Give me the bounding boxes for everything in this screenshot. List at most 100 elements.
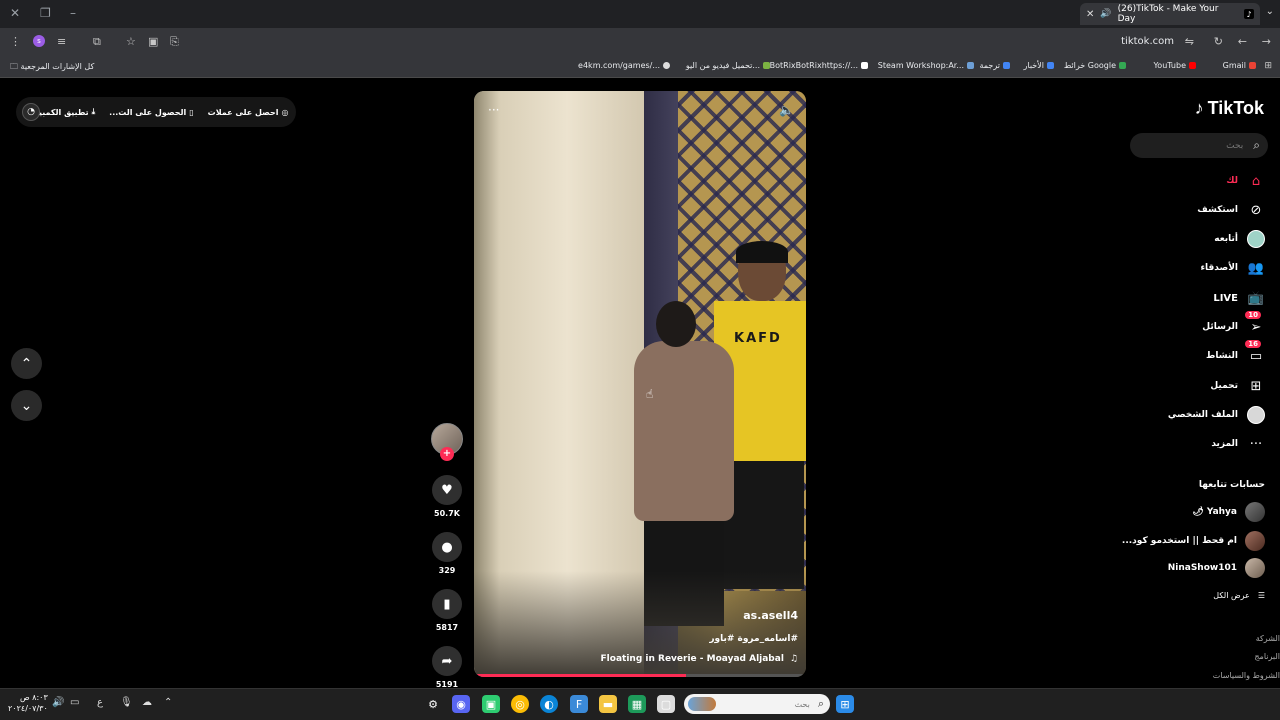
- video-music[interactable]: Floating in Reverie - Moayad Aljabal ♫: [601, 654, 798, 664]
- video-progress-bar[interactable]: [474, 674, 806, 677]
- video-player[interactable]: KAFD ··· 🔈 as.asell4 #اسامه_مروة #باور F…: [474, 91, 806, 677]
- nav-upload[interactable]: ⊞ تحميل: [1210, 376, 1265, 396]
- footer-terms[interactable]: الشروط والسياسات: [1213, 671, 1280, 680]
- browser-menu-icon[interactable]: ⋮: [10, 35, 21, 48]
- search-box[interactable]: ⌕: [1130, 133, 1268, 158]
- bookmark-botrix[interactable]: BotRixBotRixhttps://...: [770, 61, 868, 70]
- discord-icon[interactable]: ◉: [452, 695, 470, 713]
- nav-explore[interactable]: ⊘ استكشف: [1197, 200, 1265, 220]
- window-restore-icon[interactable]: ❐: [40, 6, 51, 20]
- footer-program[interactable]: البرنامج: [1254, 652, 1280, 661]
- tab-tiktok[interactable]: ✕ 🔊 (26)TikTok - Make Your Day ♪: [1080, 3, 1260, 25]
- bookmark-news[interactable]: الأخبار: [1024, 61, 1054, 70]
- nav-profile[interactable]: الملف الشخصي: [1168, 405, 1265, 425]
- chevron-up-icon: ⌃: [20, 355, 33, 372]
- windows-start-icon[interactable]: ⊞: [836, 695, 854, 713]
- show-hidden-icons-icon[interactable]: ⌃: [164, 697, 172, 708]
- search-input[interactable]: [1143, 140, 1244, 151]
- more-dots-icon: ···: [1249, 436, 1263, 452]
- tab-close-icon[interactable]: ✕: [1086, 9, 1094, 20]
- bookmark-video-download[interactable]: تحميل فيديو من اليو...: [686, 61, 770, 70]
- like-button[interactable]: ♥: [432, 475, 462, 505]
- footer-company[interactable]: الشركة: [1256, 634, 1280, 643]
- extensions-icon[interactable]: ⧉: [93, 35, 101, 49]
- compass-icon: ⊘: [1250, 202, 1262, 218]
- chrome-icon[interactable]: ◎: [511, 695, 529, 713]
- search-icon[interactable]: ⌕: [1253, 138, 1260, 153]
- profile-avatar-icon: [1247, 406, 1265, 424]
- save-button[interactable]: ▮: [432, 589, 462, 619]
- bookmark-gmail[interactable]: Gmail: [1223, 61, 1256, 70]
- pill-user-icon[interactable]: ◔: [22, 103, 40, 121]
- back-icon[interactable]: ←: [1238, 35, 1247, 48]
- address-bar: [0, 28, 1280, 56]
- window-close-icon[interactable]: ✕: [10, 6, 20, 20]
- tab-search-chevron-icon[interactable]: ⌄: [1266, 6, 1274, 17]
- follow-plus-icon[interactable]: +: [440, 447, 454, 461]
- maps-icon: [1119, 62, 1126, 69]
- nav-for-you[interactable]: ⌂ لك: [1226, 171, 1265, 191]
- nav-messages[interactable]: ➢ الرسائل 10: [1202, 311, 1265, 337]
- all-bookmarks-folder[interactable]: 🗀 كل الإشارات المرجعية: [10, 61, 94, 75]
- tiktok-logo[interactable]: ♪ TikTok: [1195, 98, 1264, 119]
- comment-button[interactable]: ●: [432, 532, 462, 562]
- tab-audio-icon: 🔊: [1100, 9, 1112, 19]
- bookmark-star-icon[interactable]: ☆: [126, 35, 136, 48]
- volume-tray-icon[interactable]: 🔊: [52, 697, 64, 708]
- task-view-icon[interactable]: ▢: [657, 695, 675, 713]
- following-account[interactable]: NinaShow101: [1168, 558, 1265, 578]
- url-field[interactable]: tiktok.com: [1121, 36, 1174, 47]
- bookmark-youtube[interactable]: YouTube: [1153, 61, 1196, 70]
- network-tray-icon[interactable]: ▭: [70, 697, 79, 708]
- friends-icon: 👥: [1247, 260, 1265, 276]
- edge-icon[interactable]: ◐: [540, 695, 558, 713]
- share-button[interactable]: ➦: [432, 646, 462, 676]
- following-account[interactable]: Yahya 🌶: [1192, 502, 1265, 522]
- volume-icon[interactable]: 🔈: [779, 103, 794, 117]
- previous-video-button[interactable]: ⌃: [11, 348, 42, 379]
- bookmark-e4km[interactable]: e4km.com/games/...: [578, 61, 670, 70]
- taskbar-clock[interactable]: ٨:٠٣ ص ٢٠٢٤/٠٧/٣٠: [8, 692, 48, 714]
- screenshot-icon[interactable]: ▣: [148, 35, 158, 48]
- site-settings-icon[interactable]: ⇋: [1185, 35, 1194, 48]
- app-green-icon[interactable]: ▣: [482, 695, 500, 713]
- profile-avatar[interactable]: s: [33, 35, 45, 47]
- get-coins-link[interactable]: ◎ احصل على عملات: [208, 108, 289, 117]
- bookmark-translate[interactable]: ترجمة: [980, 61, 1010, 70]
- app-green-blocks-icon[interactable]: ▦: [628, 695, 646, 713]
- video-progress-fill: [474, 674, 687, 677]
- apps-grid-icon[interactable]: ⊞: [1264, 61, 1272, 71]
- app-blue-icon[interactable]: F: [570, 695, 588, 713]
- video-hashtags[interactable]: #اسامه_مروة #باور: [709, 634, 798, 644]
- botrix-icon: [861, 62, 868, 69]
- cloud-tray-icon[interactable]: ☁: [142, 697, 152, 708]
- share-arrow-icon: ➦: [441, 653, 453, 669]
- reload-icon[interactable]: ↻: [1214, 35, 1223, 48]
- language-indicator[interactable]: ع: [97, 697, 103, 708]
- next-video-button[interactable]: ⌄: [11, 390, 42, 421]
- reading-list-icon[interactable]: ≡: [57, 35, 66, 48]
- microphone-tray-icon[interactable]: 🎙: [120, 697, 133, 708]
- settings-gear-icon[interactable]: ⚙: [424, 695, 442, 713]
- nav-friends[interactable]: 👥 الأصدقاء: [1200, 258, 1265, 278]
- more-options-icon[interactable]: ···: [488, 103, 499, 117]
- nav-activity[interactable]: ▭ النشاط 16: [1206, 340, 1265, 366]
- file-explorer-icon[interactable]: ▬: [599, 695, 617, 713]
- nav-more[interactable]: ··· المزيد: [1211, 434, 1265, 454]
- see-all-link[interactable]: ☰ عرض الكل: [1213, 591, 1265, 600]
- bookmark-steam[interactable]: Steam Workshop:Ar...: [878, 61, 974, 70]
- account-avatar: [1245, 531, 1265, 551]
- bookmark-maps[interactable]: خرائط Google: [1064, 61, 1126, 70]
- tiktok-favicon-icon: ♪: [1244, 9, 1254, 19]
- window-minimize-icon[interactable]: –: [70, 6, 76, 20]
- account-avatar: [1245, 558, 1265, 578]
- activity-icon: ▭: [1249, 348, 1263, 364]
- nav-following[interactable]: أتابعه: [1214, 229, 1265, 249]
- get-app-link[interactable]: ▯ الحصول على الت...: [109, 108, 193, 117]
- cast-icon[interactable]: ⎘: [170, 35, 179, 49]
- forward-icon[interactable]: →: [1262, 35, 1271, 48]
- taskbar-search[interactable]: بحث ⌕: [684, 694, 830, 714]
- nav-live[interactable]: 📺 LIVE: [1213, 288, 1265, 308]
- following-account[interactable]: ام قحط || استخدمو كود...: [1122, 531, 1265, 551]
- video-author[interactable]: as.asell4: [743, 609, 798, 622]
